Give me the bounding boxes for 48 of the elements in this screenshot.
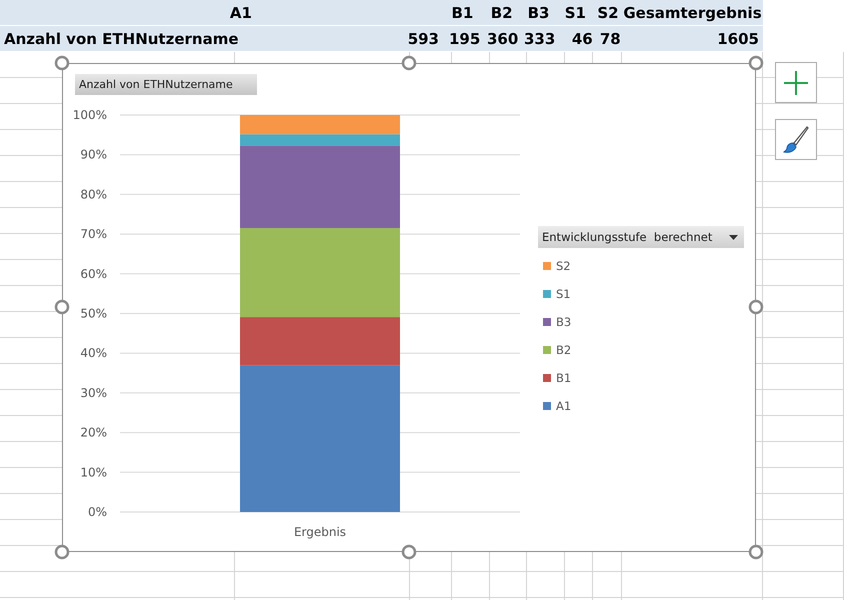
category-label: Ergebnis xyxy=(294,525,346,539)
axis-tick-label: 80% xyxy=(80,187,107,202)
legend-filter-button[interactable]: Entwicklungsstufe berechnet xyxy=(538,226,744,248)
axis-tick-label: 70% xyxy=(80,227,107,242)
legend-label: S2 xyxy=(556,259,571,273)
table-cell: 78 xyxy=(600,30,621,48)
legend-label: S1 xyxy=(556,287,571,301)
column-header: A1 xyxy=(230,4,252,22)
column-header: B2 xyxy=(490,4,513,22)
axis-tick-label: 20% xyxy=(80,426,107,440)
column-header: B3 xyxy=(528,4,550,22)
legend-label: B2 xyxy=(556,343,572,357)
table-cell: 593 xyxy=(408,30,439,48)
table-cell: 333 xyxy=(524,30,556,48)
resize-handle[interactable] xyxy=(54,299,70,315)
table-cell: 1605 xyxy=(717,30,759,48)
legend-label: A1 xyxy=(556,399,572,413)
column-header: Gesamtergebnis xyxy=(623,4,762,22)
axis-tick-label: 10% xyxy=(80,465,107,480)
resize-handle[interactable] xyxy=(54,544,70,560)
table-cell: 46 xyxy=(572,30,593,48)
plus-icon xyxy=(783,70,809,96)
axis-tick-label: 30% xyxy=(80,386,107,400)
paintbrush-icon xyxy=(783,126,809,154)
resize-handle[interactable] xyxy=(748,55,764,71)
row-label: Anzahl von ETHNutzername xyxy=(4,30,239,48)
resize-handle[interactable] xyxy=(401,55,417,71)
resize-handle[interactable] xyxy=(401,544,417,560)
legend-label: B1 xyxy=(556,371,572,385)
axis-tick-label: 0% xyxy=(88,505,107,519)
legend-label: B3 xyxy=(556,315,572,329)
axis-tick-label: 100% xyxy=(72,108,107,122)
resize-handle[interactable] xyxy=(54,55,70,71)
field-button[interactable]: Anzahl von ETHNutzername xyxy=(75,74,257,95)
axis-tick-label: 50% xyxy=(80,306,107,320)
add-chart-element-button[interactable] xyxy=(775,62,817,103)
table-cell: 360 xyxy=(487,30,518,48)
axis-tick-label: 40% xyxy=(80,346,107,360)
chart-styles-button[interactable] xyxy=(775,119,817,160)
axis-tick-label: 90% xyxy=(80,148,107,162)
column-header: S2 xyxy=(597,4,619,22)
resize-handle[interactable] xyxy=(748,299,764,315)
column-header: S1 xyxy=(564,4,586,22)
column-header: B1 xyxy=(451,4,474,22)
table-cell: 195 xyxy=(449,30,480,48)
resize-handle[interactable] xyxy=(748,544,764,560)
axis-tick-label: 60% xyxy=(80,266,107,281)
dropdown-caret-icon xyxy=(729,234,738,240)
